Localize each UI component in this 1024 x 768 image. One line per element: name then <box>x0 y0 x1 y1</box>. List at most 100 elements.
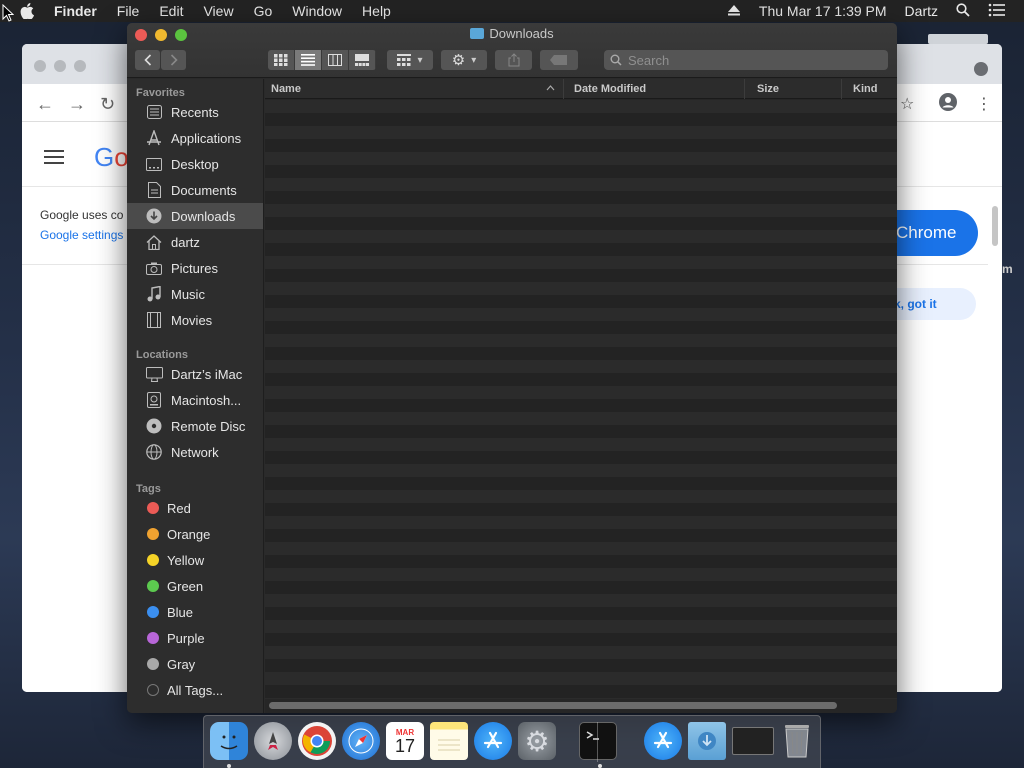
forward-button[interactable] <box>161 50 186 70</box>
apple-menu-icon[interactable] <box>20 2 38 20</box>
menu-view[interactable]: View <box>203 3 233 19</box>
share-button[interactable] <box>495 50 532 70</box>
clock[interactable]: Thu Mar 17 1:39 PM <box>759 3 887 19</box>
hamburger-menu-icon[interactable] <box>44 150 64 169</box>
sidebar-tag-blue[interactable]: Blue <box>127 599 263 625</box>
mouse-cursor-icon <box>2 3 15 27</box>
dock-calendar-icon[interactable]: MAR 17 <box>386 722 424 760</box>
get-chrome-button[interactable]: Chrome <box>884 210 978 256</box>
sidebar-item-applications[interactable]: Applications <box>127 125 263 151</box>
dock-app-store-download-icon[interactable] <box>644 722 682 760</box>
finder-titlebar[interactable]: Downloads ▾ ⚙ ▾ <box>127 23 897 78</box>
music-icon <box>144 285 164 303</box>
menu-file[interactable]: File <box>117 3 140 19</box>
sidebar-item-downloads[interactable]: Downloads <box>127 203 263 229</box>
sidebar-tag-orange[interactable]: Orange <box>127 521 263 547</box>
desktop-icon <box>144 155 164 173</box>
action-button[interactable]: ⚙ ▾ <box>441 50 487 70</box>
column-header-row: Name Date Modified Size Kind <box>265 78 897 99</box>
group-by-button[interactable]: ▾ <box>387 50 433 70</box>
bookmark-star-icon[interactable]: ☆ <box>900 94 914 114</box>
finder-window[interactable]: Downloads ▾ ⚙ ▾ Search Favorites Recents… <box>127 23 897 713</box>
menu-help[interactable]: Help <box>362 3 391 19</box>
google-settings-link[interactable]: Google settings <box>40 228 123 242</box>
search-field[interactable] <box>604 50 888 70</box>
dock-terminal-icon[interactable] <box>579 722 617 760</box>
menu-finder[interactable]: Finder <box>54 3 97 19</box>
notification-center-icon[interactable] <box>988 3 1006 20</box>
menu-go[interactable]: Go <box>254 3 273 19</box>
sidebar-tag-gray[interactable]: Gray <box>127 651 263 677</box>
user-menu[interactable]: Dartz <box>905 3 938 19</box>
sidebar-item-imac[interactable]: Dartz’s iMac <box>127 361 263 387</box>
chrome-forward-icon[interactable]: → <box>68 94 86 115</box>
sidebar-item-pictures[interactable]: Pictures <box>127 255 263 281</box>
search-icon <box>610 54 622 66</box>
sidebar-item-remote-disc[interactable]: Remote Disc <box>127 413 263 439</box>
dock-notes-icon[interactable] <box>430 722 468 760</box>
sidebar-item-desktop[interactable]: Desktop <box>127 151 263 177</box>
sidebar-item-movies[interactable]: Movies <box>127 307 263 333</box>
column-header-name[interactable]: Name <box>265 78 564 99</box>
dock-chrome-icon[interactable] <box>298 722 336 760</box>
chevron-left-icon <box>143 54 151 66</box>
sidebar-item-label: All Tags... <box>167 682 224 698</box>
spotlight-search-icon[interactable] <box>956 2 970 20</box>
column-header-label: Name <box>271 82 301 95</box>
sidebar-tag-purple[interactable]: Purple <box>127 625 263 651</box>
sidebar-item-label: Desktop <box>171 156 219 172</box>
running-indicator <box>227 764 231 768</box>
sidebar-item-recents[interactable]: Recents <box>127 99 263 125</box>
chrome-scrollbar[interactable] <box>992 206 998 246</box>
menu-edit[interactable]: Edit <box>159 3 183 19</box>
sidebar-item-macintosh-hd[interactable]: Macintosh... <box>127 387 263 413</box>
sidebar-item-music[interactable]: Music <box>127 281 263 307</box>
tag-purple-dot-icon <box>147 632 159 644</box>
favorites-header: Favorites <box>136 87 185 99</box>
dock-system-preferences-icon[interactable]: ⚙ <box>518 722 556 760</box>
sidebar-item-dartz[interactable]: dartz <box>127 229 263 255</box>
chrome-back-icon[interactable]: ← <box>36 94 54 115</box>
tag-green-dot-icon <box>147 580 159 592</box>
sidebar-tag-yellow[interactable]: Yellow <box>127 547 263 573</box>
back-button[interactable] <box>135 50 160 70</box>
dock-safari-icon[interactable] <box>342 722 380 760</box>
chrome-window-controls[interactable] <box>34 60 86 72</box>
chrome-tab-search-icon[interactable] <box>974 62 988 76</box>
edit-tags-button[interactable] <box>540 50 578 70</box>
column-header-size[interactable]: Size <box>745 78 842 99</box>
file-list[interactable]: Name Date Modified Size Kind <box>265 78 897 713</box>
column-header-kind[interactable]: Kind <box>842 79 897 99</box>
dock-window-thumbnail[interactable] <box>732 727 774 755</box>
empty-file-rows[interactable] <box>265 100 897 699</box>
sidebar-item-documents[interactable]: Documents <box>127 177 263 203</box>
sidebar-item-network[interactable]: Network <box>127 439 263 465</box>
column-header-date-modified[interactable]: Date Modified <box>564 78 745 99</box>
icon-view-button[interactable] <box>268 50 295 70</box>
horizontal-scrollbar[interactable] <box>269 702 837 709</box>
eject-icon[interactable] <box>727 3 741 19</box>
dock-trash-icon[interactable] <box>778 722 816 760</box>
dock-app-store-icon[interactable] <box>474 722 512 760</box>
sidebar-tag-red[interactable]: Red <box>127 495 263 521</box>
chevron-down-icon: ▾ <box>417 54 423 66</box>
list-view-button[interactable] <box>295 50 322 70</box>
sidebar-item-label: Green <box>167 578 204 594</box>
chevron-down-icon: ▾ <box>471 54 477 66</box>
dock-launchpad-icon[interactable] <box>254 722 292 760</box>
menu-bar: Finder File Edit View Go Window Help Thu… <box>0 0 1024 22</box>
chrome-reload-icon[interactable]: ↻ <box>100 94 115 115</box>
dock-finder-icon[interactable] <box>210 722 248 760</box>
menu-window[interactable]: Window <box>292 3 342 19</box>
drive-desktop-icon[interactable] <box>928 34 988 44</box>
chrome-menu-icon[interactable]: ⋮ <box>976 94 992 114</box>
column-view-button[interactable] <box>322 50 349 70</box>
gallery-view-button[interactable] <box>349 50 376 70</box>
chrome-profile-icon[interactable] <box>938 92 958 117</box>
search-input[interactable] <box>628 52 868 68</box>
sidebar-all-tags[interactable]: All Tags... <box>127 677 263 703</box>
sidebar-tag-green[interactable]: Green <box>127 573 263 599</box>
ok-got-it-button[interactable]: k, got it <box>884 288 976 320</box>
documents-icon <box>144 181 164 199</box>
dock-downloads-folder-icon[interactable] <box>688 722 726 760</box>
